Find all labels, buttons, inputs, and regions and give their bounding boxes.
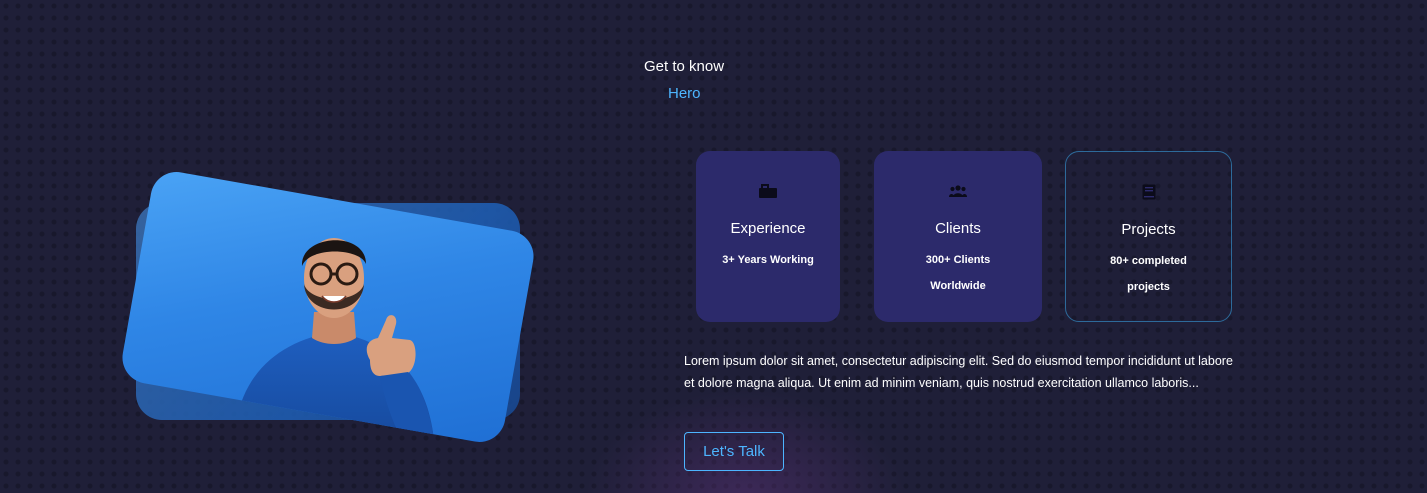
projects-detail: 80+ completed projects [1110, 255, 1187, 293]
clients-card: Clients 300+ Clients Worldwide [874, 151, 1042, 322]
briefcase-icon [696, 183, 840, 199]
experience-card: Experience 3+ Years Working [696, 151, 840, 322]
section-subtitle: Get to know [644, 58, 725, 75]
book-icon [1066, 184, 1231, 200]
experience-title: Experience [730, 220, 806, 237]
projects-card: Projects 80+ completed projects [1065, 151, 1232, 322]
projects-title: Projects [1121, 221, 1176, 238]
lets-talk-button[interactable]: Let's Talk [684, 432, 784, 471]
users-icon [874, 183, 1042, 199]
experience-detail: 3+ Years Working [722, 254, 814, 266]
clients-title: Clients [935, 220, 981, 237]
about-image [118, 167, 540, 460]
about-paragraph: Lorem ipsum dolor sit amet, consectetur … [684, 354, 1233, 390]
clients-detail: 300+ Clients Worldwide [925, 254, 991, 292]
section-title: Hero [668, 85, 701, 102]
